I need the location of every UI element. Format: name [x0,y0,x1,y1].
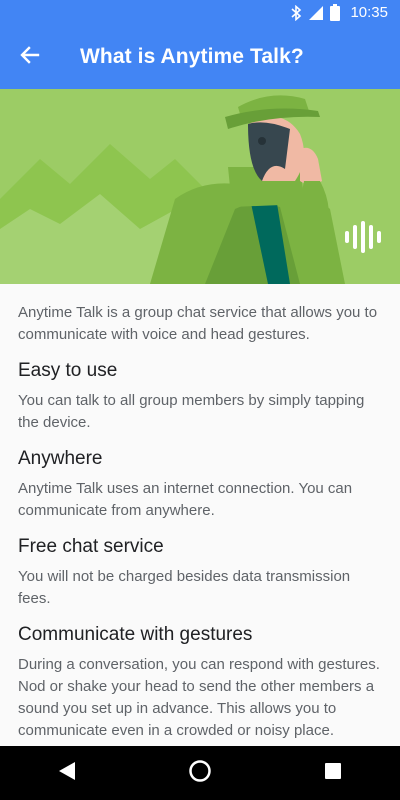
recents-square-icon [324,762,342,785]
section-anywhere: Anywhere Anytime Talk uses an internet c… [18,446,382,522]
system-nav-bar [0,746,400,800]
section-title: Easy to use [18,360,118,381]
intro-text: Anytime Talk is a group chat service tha… [18,304,378,343]
section-title: Anywhere [18,448,103,469]
back-button[interactable] [0,25,60,89]
hero-illustration [0,89,400,284]
hero-illustration-svg [0,89,400,284]
section-body: Anytime Talk uses an internet connection… [18,480,353,519]
nav-home-button[interactable] [170,746,230,800]
back-triangle-icon [58,761,76,786]
nav-recents-button[interactable] [303,746,363,800]
status-time: 10:35 [350,4,388,21]
section-easy-to-use: Easy to use You can talk to all group me… [18,358,382,434]
arrow-back-icon [20,45,40,70]
section-free-chat-service: Free chat service You will not be charge… [18,534,382,610]
content-area[interactable]: Anytime Talk is a group chat service tha… [0,284,400,746]
app-bar: What is Anytime Talk? [0,25,400,89]
section-body: You can talk to all group members by sim… [18,392,365,431]
section-body: You will not be charged besides data tra… [18,568,351,607]
signal-icon [308,5,324,21]
battery-icon [330,4,341,21]
bluetooth-icon [290,4,302,21]
section-title: Free chat service [18,536,164,557]
section-communicate-with-gestures: Communicate with gestures During a conve… [18,622,382,742]
section-body: During a conversation, you can respond w… [18,656,380,739]
nav-back-button[interactable] [37,746,97,800]
section-title: Communicate with gestures [18,624,253,645]
home-circle-icon [188,759,212,788]
status-bar: 10:35 [0,0,400,25]
page-title: What is Anytime Talk? [80,45,304,68]
